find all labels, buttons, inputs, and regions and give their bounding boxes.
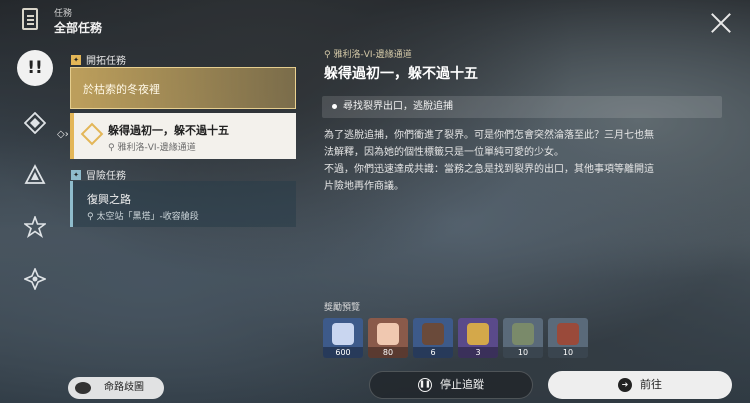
reward-item-icon [422, 323, 444, 345]
reward-count: 80 [368, 347, 408, 358]
quest-adventure-icon[interactable] [22, 214, 48, 239]
detail-location: ⚲ 雅利洛-VI-邊緣通道 [324, 50, 412, 60]
detail-title: 躲得過初一，躲不過十五 [324, 66, 478, 82]
quest-card-winter-night[interactable]: 於枯索的冬夜裡 [70, 67, 296, 109]
trailblaze-badge-icon [80, 122, 104, 146]
adventure-tag-icon: ✦ [71, 169, 81, 180]
reward-item-icon [467, 323, 489, 345]
reward-item-icon [557, 323, 579, 345]
go-button[interactable]: ➜ 前往 [548, 371, 732, 399]
detail-location-text: 雅利洛-VI-邊緣通道 [333, 50, 412, 60]
bullet-icon [332, 103, 337, 109]
close-icon[interactable] [710, 12, 732, 34]
quest-card-selected[interactable]: 躲得過初一，躲不過十五 ⚲ 雅利洛-VI-邊緣通道 [70, 113, 296, 159]
pause-icon: ❚❚ [418, 378, 432, 392]
quest-title: 復興之路 [87, 193, 131, 206]
reward-item[interactable]: 6 [413, 318, 453, 358]
reward-item[interactable]: 10 [548, 318, 588, 358]
arrow-right-icon: ➜ [618, 378, 632, 392]
trailblaze-tag-icon: ✦ [71, 54, 81, 65]
stop-tracking-label: 停止追蹤 [440, 378, 484, 391]
path-map-button[interactable]: 命路歧圖 [68, 377, 164, 399]
quest-companion-icon[interactable] [24, 164, 46, 186]
quest-location: ⚲ 雅利洛-VI-邊緣通道 [108, 143, 196, 153]
reward-item-icon [332, 323, 354, 345]
reward-count: 10 [548, 347, 588, 358]
section-adventure-label: 冒險任務 [86, 171, 126, 182]
reward-item[interactable]: 10 [503, 318, 543, 358]
rewards-list: 600 80 6 3 10 10 [323, 318, 588, 358]
reward-item-icon [377, 323, 399, 345]
reward-item[interactable]: 600 [323, 318, 363, 358]
go-label: 前往 [640, 378, 662, 391]
quest-location: ⚲ 太空站「黑塔」-收容艙段 [87, 212, 199, 222]
header-subtitle: 任務 [54, 9, 73, 19]
section-adventure: ✦ 冒險任務 [71, 167, 126, 182]
objective-text: 尋找裂界出口，逃脫追捕 [343, 101, 453, 112]
path-map-label: 命路歧圖 [104, 382, 144, 393]
reward-count: 600 [323, 347, 363, 358]
reward-count: 6 [413, 347, 453, 358]
quest-log-icon [22, 8, 38, 30]
page-title: 全部任務 [54, 21, 103, 35]
quest-objective: 尋找裂界出口，逃脫追捕 [322, 96, 722, 118]
reward-item[interactable]: 3 [458, 318, 498, 358]
category-all-button[interactable]: !! [17, 50, 53, 86]
quest-location-text: 雅利洛-VI-邊緣通道 [117, 143, 196, 153]
reward-item-icon [512, 323, 534, 345]
desc-line: 不過，你們迅速達成共識：當務之急是找到裂界的出口，其他事項等離開這 [324, 164, 654, 175]
desc-line: 為了逃脫追捕，你們衝進了裂界。可是你們怎會突然淪落至此？三月七也無 [324, 130, 654, 141]
quest-location-text: 太空站「黑塔」-收容艙段 [96, 212, 199, 222]
quest-title: 於枯索的冬夜裡 [83, 83, 160, 96]
quest-trailblaze-icon[interactable] [23, 111, 47, 135]
rewards-label: 獎勵預覽 [324, 303, 361, 313]
reward-count: 10 [503, 347, 543, 358]
quest-daily-icon[interactable] [22, 266, 48, 292]
quest-description: 為了逃脫追捕，你們衝進了裂界。可是你們怎會突然淪落至此？三月七也無 法解釋，因為… [324, 127, 724, 195]
section-trailblaze-label: 開拓任務 [86, 56, 126, 67]
stop-tracking-button[interactable]: ❚❚ 停止追蹤 [369, 371, 533, 399]
desc-line: 片險地再作商議。 [324, 181, 404, 192]
section-trailblaze: ✦ 開拓任務 [71, 52, 126, 67]
selection-pointer-icon: ◇› [57, 129, 69, 140]
quest-card-revival[interactable]: 復興之路 ⚲ 太空站「黑塔」-收容艙段 [70, 181, 296, 227]
quest-title: 躲得過初一，躲不過十五 [108, 124, 229, 137]
eye-icon [75, 382, 91, 394]
desc-line: 法解釋，因為她的個性標籤只是一位單純可愛的少女。 [324, 147, 564, 158]
category-rail: !! [12, 46, 60, 306]
reward-item[interactable]: 80 [368, 318, 408, 358]
reward-count: 3 [458, 347, 498, 358]
